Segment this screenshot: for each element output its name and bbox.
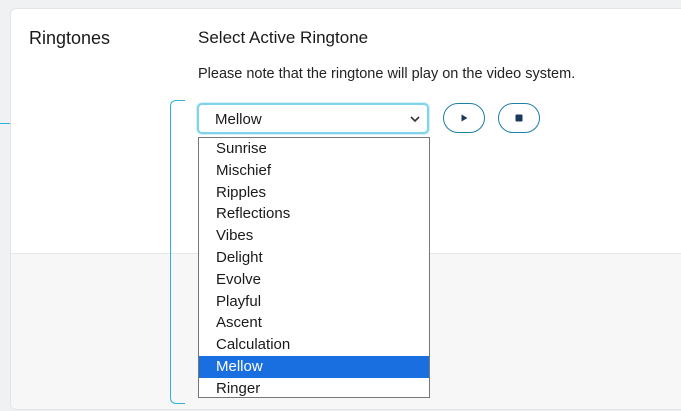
panel-heading: Select Active Ringtone — [198, 28, 369, 47]
ringtone-option[interactable]: Ringer — [199, 378, 429, 400]
ringtone-option[interactable]: Mischief — [199, 160, 429, 182]
ringtone-option[interactable]: Evolve — [199, 269, 429, 291]
ringtone-option[interactable]: Reflections — [199, 203, 429, 225]
ringtone-option[interactable]: Vibes — [199, 225, 429, 247]
panel-note: Please note that the ringtone will play … — [198, 66, 576, 82]
ringtone-option[interactable]: Ascent — [199, 312, 429, 334]
play-button[interactable] — [443, 103, 485, 133]
stop-icon — [515, 114, 523, 122]
ringtone-select[interactable]: Mellow — [197, 103, 429, 134]
focus-bracket — [170, 100, 185, 404]
stop-button[interactable] — [498, 103, 540, 133]
ringtone-option[interactable]: Calculation — [199, 334, 429, 356]
chevron-down-icon — [410, 116, 420, 123]
ringtone-option[interactable]: Ripples — [199, 182, 429, 204]
ringtone-option[interactable]: Sunrise — [199, 138, 429, 160]
ringtone-option[interactable]: Delight — [199, 247, 429, 269]
ringtone-dropdown-list: Sunrise Mischief Ripples Reflections Vibes De… — [198, 137, 430, 398]
ringtone-option[interactable]: Playful — [199, 291, 429, 313]
ringtone-select-value: Mellow — [215, 111, 262, 128]
play-icon — [461, 114, 468, 122]
ringtone-option[interactable]: Mellow — [199, 355, 429, 378]
section-label: Ringtones — [29, 28, 111, 48]
